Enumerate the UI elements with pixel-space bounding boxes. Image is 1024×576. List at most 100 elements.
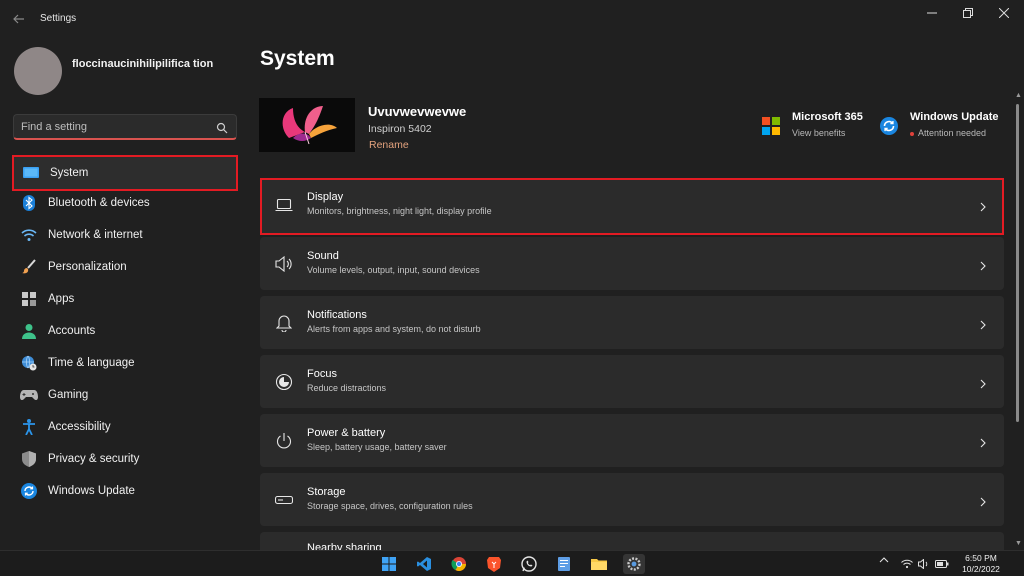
file-explorer-icon[interactable] bbox=[588, 554, 610, 574]
apps-grid-icon bbox=[20, 290, 38, 308]
search-box[interactable] bbox=[13, 114, 237, 140]
promo-subtitle-text: Attention needed bbox=[918, 128, 987, 138]
battery-icon[interactable] bbox=[935, 559, 949, 571]
sidebar-item-label: Windows Update bbox=[48, 485, 135, 497]
sidebar-item-label: System bbox=[50, 167, 89, 179]
sidebar-item-network[interactable]: Network & internet bbox=[12, 219, 238, 251]
laptop-icon bbox=[274, 195, 294, 215]
sidebar-item-label: Personalization bbox=[48, 261, 127, 273]
taskbar-clock[interactable]: 6:50 PM 10/2/2022 bbox=[955, 553, 1007, 575]
chevron-right-icon bbox=[978, 258, 988, 271]
card-title: Focus bbox=[307, 368, 337, 380]
restore-button[interactable] bbox=[950, 0, 986, 26]
card-title: Sound bbox=[307, 250, 339, 262]
chevron-up-icon[interactable] bbox=[879, 556, 889, 566]
window-title: Settings bbox=[40, 13, 77, 24]
card-focus[interactable]: Focus Reduce distractions bbox=[260, 355, 1004, 408]
sidebar-item-windows-update[interactable]: Windows Update bbox=[12, 475, 238, 507]
windows-update-promo[interactable]: Windows Update Attention needed bbox=[880, 109, 1010, 143]
card-subtitle: Volume levels, output, input, sound devi… bbox=[307, 265, 480, 275]
volume-icon[interactable] bbox=[918, 558, 930, 571]
settings-icon[interactable] bbox=[623, 554, 645, 574]
desktop-wallpaper-thumbnail[interactable] bbox=[259, 98, 355, 152]
search-input[interactable] bbox=[21, 119, 201, 135]
sidebar-item-apps[interactable]: Apps bbox=[12, 283, 238, 315]
chevron-right-icon bbox=[978, 435, 988, 448]
chevron-right-icon bbox=[978, 376, 988, 389]
scroll-thumb[interactable] bbox=[1016, 104, 1019, 422]
device-model: Inspiron 5402 bbox=[368, 123, 432, 135]
promo-subtitle: View benefits bbox=[792, 128, 846, 138]
sidebar-item-label: Bluetooth & devices bbox=[48, 197, 150, 209]
globe-clock-icon bbox=[20, 354, 38, 372]
bell-icon bbox=[274, 313, 294, 333]
chrome-icon[interactable] bbox=[448, 554, 470, 574]
wifi-icon[interactable] bbox=[901, 559, 913, 571]
minimize-button[interactable] bbox=[914, 0, 950, 26]
main-scrollbar[interactable]: ▲ ▼ bbox=[1015, 92, 1022, 547]
microsoft-365-promo[interactable]: Microsoft 365 View benefits bbox=[762, 109, 872, 143]
card-subtitle: Sleep, battery usage, battery saver bbox=[307, 442, 447, 452]
alert-dot-icon bbox=[910, 131, 914, 136]
scroll-down-arrow-icon[interactable]: ▼ bbox=[1015, 540, 1022, 547]
card-nearby-sharing[interactable]: Nearby sharing bbox=[260, 532, 1004, 552]
rename-link[interactable]: Rename bbox=[369, 139, 409, 151]
notepad-icon[interactable] bbox=[553, 554, 575, 574]
sidebar-item-personalization[interactable]: Personalization bbox=[12, 251, 238, 283]
focus-icon bbox=[274, 372, 294, 392]
sidebar-item-gaming[interactable]: Gaming bbox=[12, 379, 238, 411]
device-name: Uvuvwevwevwe bbox=[368, 104, 467, 119]
back-arrow-icon[interactable] bbox=[8, 8, 30, 30]
power-icon bbox=[274, 431, 294, 451]
microsoft-logo-icon bbox=[762, 117, 780, 135]
avatar[interactable] bbox=[14, 47, 62, 95]
sidebar-item-privacy[interactable]: Privacy & security bbox=[12, 443, 238, 475]
card-sound[interactable]: Sound Volume levels, output, input, soun… bbox=[260, 237, 1004, 290]
sidebar-item-system[interactable]: System bbox=[12, 155, 238, 191]
nav-list: System Bluetooth & devices Network & int… bbox=[12, 155, 238, 507]
chevron-right-icon bbox=[978, 199, 988, 212]
clock-time: 6:50 PM bbox=[965, 553, 997, 563]
scroll-up-arrow-icon[interactable]: ▲ bbox=[1015, 92, 1022, 99]
sidebar-item-time-language[interactable]: Time & language bbox=[12, 347, 238, 379]
card-title: Power & battery bbox=[307, 427, 386, 439]
chevron-right-icon bbox=[978, 317, 988, 330]
card-storage[interactable]: Storage Storage space, drives, configura… bbox=[260, 473, 1004, 526]
promo-title: Windows Update bbox=[910, 111, 999, 123]
user-name: floccinaucinihilipilifica tion bbox=[72, 58, 214, 70]
promo-title: Microsoft 365 bbox=[792, 111, 863, 123]
sidebar-item-label: Gaming bbox=[48, 389, 89, 401]
card-display[interactable]: Display Monitors, brightness, night ligh… bbox=[260, 178, 1004, 235]
vscode-icon[interactable] bbox=[413, 554, 435, 574]
whatsapp-icon[interactable] bbox=[518, 554, 540, 574]
card-subtitle: Storage space, drives, configuration rul… bbox=[307, 501, 473, 511]
clock-date: 10/2/2022 bbox=[962, 564, 1000, 574]
card-title: Notifications bbox=[307, 309, 367, 321]
main-content: System Uvuvwevwevwe Inspiron 5402 Rename… bbox=[248, 38, 1024, 552]
close-button[interactable] bbox=[986, 0, 1022, 26]
speaker-icon bbox=[274, 254, 294, 274]
sidebar-item-accounts[interactable]: Accounts bbox=[12, 315, 238, 347]
sidebar-item-accessibility[interactable]: Accessibility bbox=[12, 411, 238, 443]
card-subtitle: Monitors, brightness, night light, displ… bbox=[307, 206, 492, 216]
windows-update-icon bbox=[880, 117, 898, 135]
windows-start-icon[interactable] bbox=[378, 554, 400, 574]
settings-cards: Display Monitors, brightness, night ligh… bbox=[260, 178, 1004, 558]
sidebar-item-label: Time & language bbox=[48, 357, 135, 369]
promo-subtitle: Attention needed bbox=[910, 128, 986, 138]
card-title: Storage bbox=[307, 486, 346, 498]
title-bar: Settings bbox=[0, 0, 1024, 38]
card-subtitle: Reduce distractions bbox=[307, 383, 387, 393]
sidebar-item-bluetooth[interactable]: Bluetooth & devices bbox=[12, 187, 238, 219]
sidebar-item-label: Apps bbox=[48, 293, 75, 305]
brave-icon[interactable] bbox=[483, 554, 505, 574]
taskbar: 6:50 PM 10/2/2022 bbox=[0, 550, 1024, 576]
person-icon bbox=[20, 322, 38, 340]
card-power-battery[interactable]: Power & battery Sleep, battery usage, ba… bbox=[260, 414, 1004, 467]
gamepad-icon bbox=[20, 386, 38, 404]
card-notifications[interactable]: Notifications Alerts from apps and syste… bbox=[260, 296, 1004, 349]
wifi-icon bbox=[20, 226, 38, 244]
shield-icon bbox=[20, 450, 38, 468]
search-icon[interactable] bbox=[216, 121, 228, 134]
accessibility-icon bbox=[20, 418, 38, 436]
